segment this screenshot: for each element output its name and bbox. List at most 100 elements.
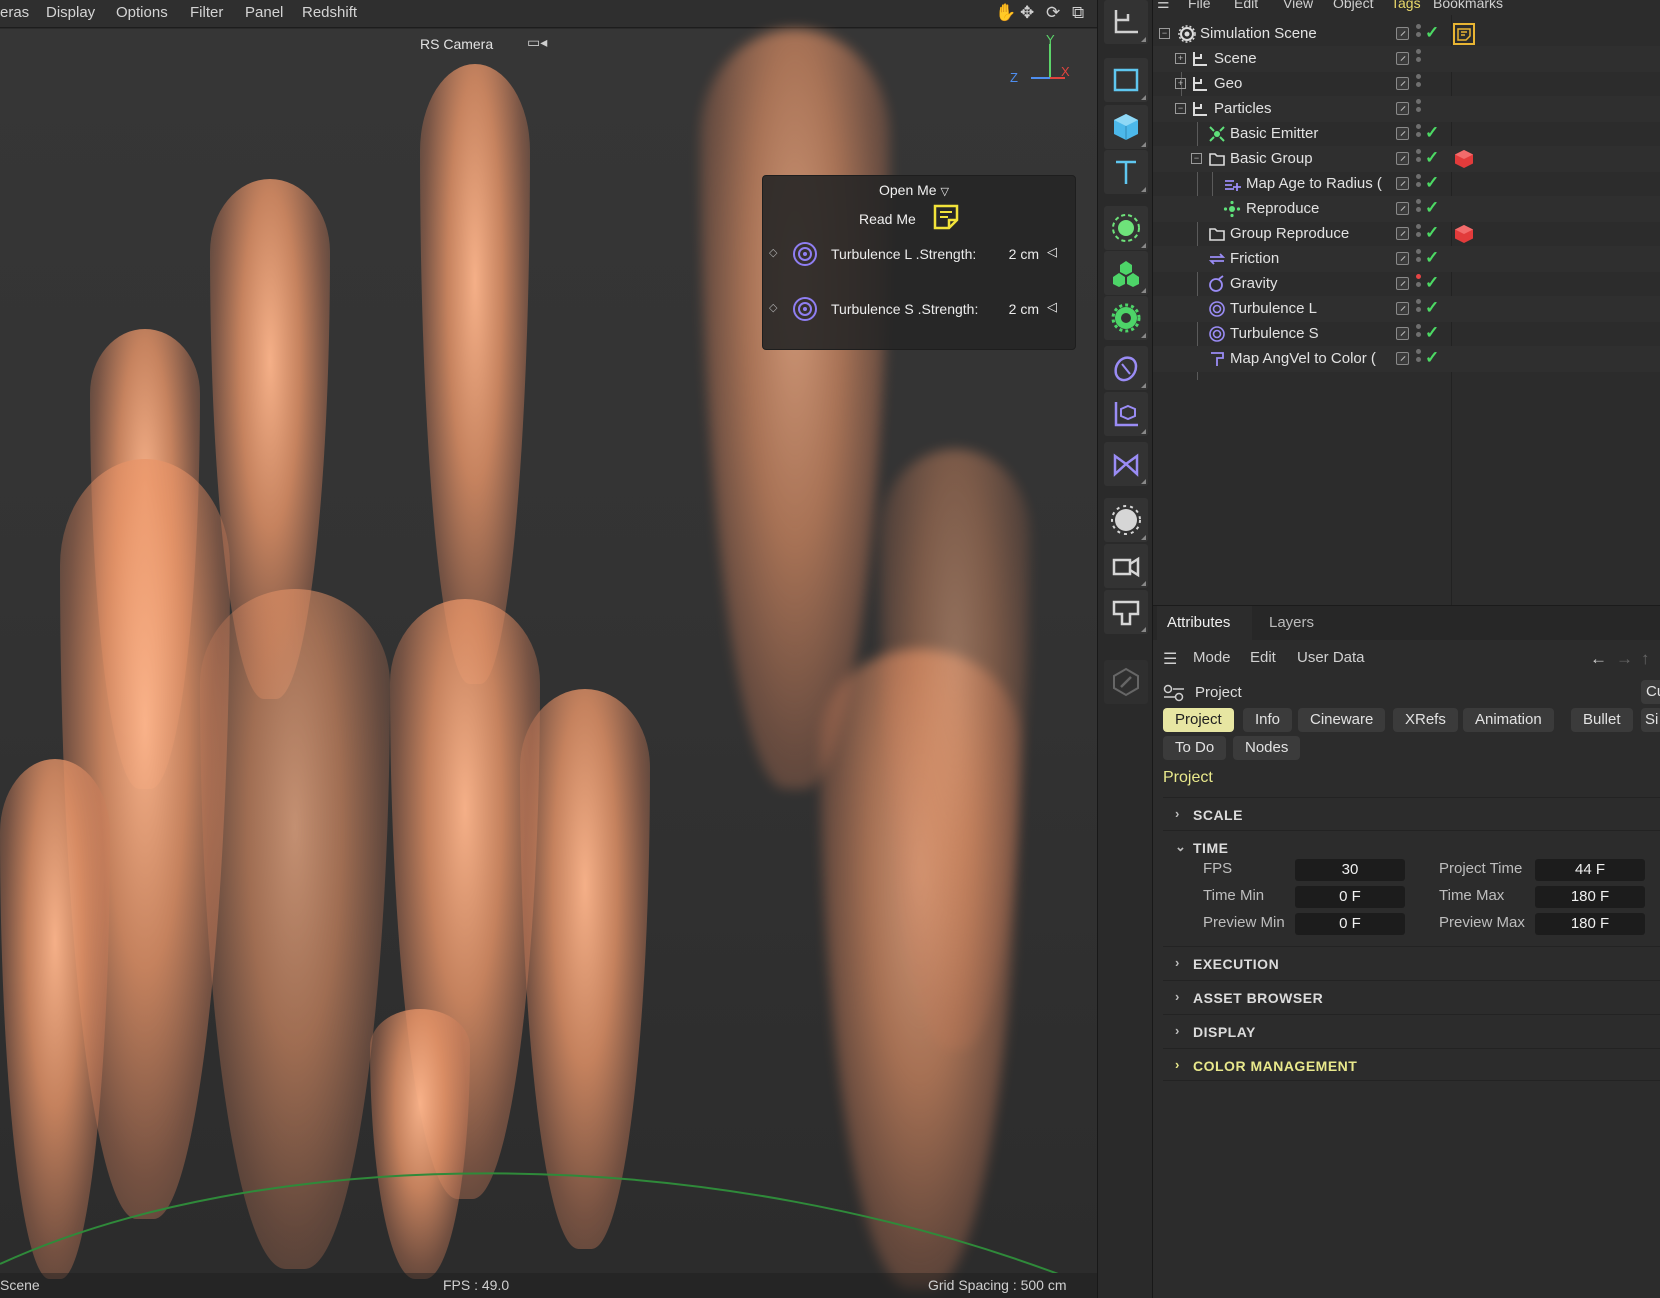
camera-label[interactable]: RS Camera xyxy=(420,36,493,52)
om-menu-object[interactable]: Object xyxy=(1333,0,1373,11)
layer-toggle[interactable] xyxy=(1396,202,1409,215)
enabled-check-icon[interactable]: ✓ xyxy=(1425,123,1439,143)
chip-to-do[interactable]: To Do xyxy=(1163,736,1227,760)
pan-hand-icon[interactable]: ✋ xyxy=(995,3,1016,23)
move-arrows-icon[interactable]: ✥ xyxy=(1020,3,1034,23)
red-cube-tag-icon[interactable] xyxy=(1453,223,1475,245)
arrow-left-icon[interactable]: ← xyxy=(1590,649,1607,669)
layer-toggle[interactable] xyxy=(1396,102,1409,115)
object-row-basic-group[interactable]: − Basic Group ✓ xyxy=(1153,146,1660,172)
collapse-toggle[interactable]: − xyxy=(1175,103,1186,114)
preview-max-field[interactable]: 180 F xyxy=(1535,913,1645,935)
object-row-friction[interactable]: Friction ✓ xyxy=(1153,246,1660,272)
tool-spline[interactable] xyxy=(1104,58,1148,102)
tool-edit-disabled[interactable] xyxy=(1104,660,1148,704)
menu-options[interactable]: Options xyxy=(116,4,168,21)
chip-project[interactable]: Project xyxy=(1163,708,1234,732)
layer-toggle[interactable] xyxy=(1396,302,1409,315)
visibility-dots[interactable] xyxy=(1416,124,1422,144)
visibility-dots[interactable] xyxy=(1416,324,1422,344)
om-menu-edit[interactable]: Edit xyxy=(1234,0,1258,11)
attr-menu-edit[interactable]: Edit xyxy=(1250,649,1276,666)
object-row-group-reproduce[interactable]: Group Reproduce ✓ xyxy=(1153,221,1660,247)
tool-field[interactable] xyxy=(1104,346,1148,390)
camera-icon[interactable]: ▭◂ xyxy=(527,34,547,51)
enabled-check-icon[interactable]: ✓ xyxy=(1425,248,1439,268)
custom-button[interactable]: Cu xyxy=(1641,680,1660,704)
arrow-left-icon[interactable]: ◁ xyxy=(1047,244,1057,260)
menu-filter[interactable]: Filter xyxy=(190,4,223,21)
rotate-icon[interactable]: ⟳ xyxy=(1046,3,1060,23)
section-scale[interactable]: › SCALE xyxy=(1163,797,1660,830)
menu-cameras[interactable]: eras xyxy=(0,4,29,21)
object-row-geo[interactable]: + Geo xyxy=(1153,71,1660,97)
red-cube-tag-icon[interactable] xyxy=(1453,148,1475,170)
visibility-dots[interactable] xyxy=(1416,24,1422,44)
fps-field[interactable]: 30 xyxy=(1295,859,1405,881)
tool-mograph[interactable] xyxy=(1104,442,1148,486)
layer-toggle[interactable] xyxy=(1396,52,1409,65)
arrow-up-icon[interactable]: ↑ xyxy=(1641,649,1650,669)
attr-menu-user-data[interactable]: User Data xyxy=(1297,649,1365,666)
visibility-dots[interactable] xyxy=(1416,174,1422,194)
object-row-reproduce[interactable]: Reproduce ✓ xyxy=(1153,196,1660,222)
om-menu-view[interactable]: View xyxy=(1283,0,1313,11)
tool-null-object[interactable] xyxy=(1104,0,1148,44)
hamburger-icon[interactable]: ☰ xyxy=(1157,0,1170,12)
chip-cineware[interactable]: Cineware xyxy=(1298,708,1386,732)
chip-info[interactable]: Info xyxy=(1243,708,1293,732)
object-row-gravity[interactable]: Gravity ✓ xyxy=(1153,271,1660,297)
tool-deformer[interactable] xyxy=(1104,296,1148,340)
preview-min-field[interactable]: 0 F xyxy=(1295,913,1405,935)
enabled-check-icon[interactable]: ✓ xyxy=(1425,348,1439,368)
layer-toggle[interactable] xyxy=(1396,227,1409,240)
chip-simulation[interactable]: Si xyxy=(1641,708,1660,732)
tool-scene-nodes[interactable] xyxy=(1104,392,1148,436)
expand-toggle[interactable]: + xyxy=(1175,78,1186,89)
layer-toggle[interactable] xyxy=(1396,277,1409,290)
collapse-toggle[interactable]: − xyxy=(1191,153,1202,164)
collapse-toggle[interactable]: − xyxy=(1159,28,1170,39)
section-asset-browser[interactable]: › ASSET BROWSER xyxy=(1163,980,1660,1013)
hamburger-icon[interactable]: ☰ xyxy=(1163,649,1177,669)
section-display[interactable]: › DISPLAY xyxy=(1163,1014,1660,1047)
menu-display[interactable]: Display xyxy=(46,4,95,21)
visibility-dots[interactable] xyxy=(1416,199,1422,219)
enabled-check-icon[interactable]: ✓ xyxy=(1425,23,1439,43)
expand-toggle[interactable]: + xyxy=(1175,53,1186,64)
object-row-map-angvel[interactable]: Map AngVel to Color ( ✓ xyxy=(1153,346,1660,372)
tab-layers[interactable]: Layers xyxy=(1269,614,1314,631)
chip-xrefs[interactable]: XRefs xyxy=(1393,708,1458,732)
object-row-scene[interactable]: + Scene xyxy=(1153,46,1660,72)
visibility-dots[interactable] xyxy=(1416,349,1422,369)
tool-camera[interactable] xyxy=(1104,544,1148,588)
enabled-check-icon[interactable]: ✓ xyxy=(1425,198,1439,218)
note-tag-icon[interactable] xyxy=(1453,23,1475,45)
note-icon[interactable] xyxy=(931,202,961,232)
chip-bullet[interactable]: Bullet xyxy=(1571,708,1633,732)
layer-toggle[interactable] xyxy=(1396,127,1409,140)
open-me-dropdown[interactable]: Open Me ▽ xyxy=(879,182,949,198)
enabled-check-icon[interactable]: ✓ xyxy=(1425,323,1439,343)
arrow-left-icon[interactable]: ◁ xyxy=(1047,299,1057,315)
keyframe-diamond-icon[interactable]: ◇ xyxy=(769,246,777,259)
tool-text[interactable] xyxy=(1104,150,1148,194)
turbulence-l-row[interactable]: ◇ Turbulence L .Strength: 2 cm ◁ xyxy=(769,240,1069,270)
time-min-field[interactable]: 0 F xyxy=(1295,886,1405,908)
tab-attributes[interactable]: Attributes xyxy=(1167,614,1230,631)
attr-menu-mode[interactable]: Mode xyxy=(1193,649,1231,666)
om-menu-bookmarks[interactable]: Bookmarks xyxy=(1433,0,1503,11)
section-color-management[interactable]: › COLOR MANAGEMENT xyxy=(1163,1048,1660,1081)
tool-environment[interactable] xyxy=(1104,498,1148,542)
object-row-map-age[interactable]: Map Age to Radius ( ✓ xyxy=(1153,171,1660,197)
tool-cloner[interactable] xyxy=(1104,251,1148,295)
om-menu-tags[interactable]: Tags xyxy=(1391,0,1421,11)
enabled-check-icon[interactable]: ✓ xyxy=(1425,273,1439,293)
enabled-check-icon[interactable]: ✓ xyxy=(1425,223,1439,243)
layer-toggle[interactable] xyxy=(1396,27,1409,40)
chip-animation[interactable]: Animation xyxy=(1463,708,1554,732)
om-menu-file[interactable]: File xyxy=(1188,0,1211,11)
visibility-dots[interactable] xyxy=(1416,249,1422,269)
maximize-view-icon[interactable]: ⧉ xyxy=(1072,3,1084,23)
turbulence-l-value[interactable]: 2 cm xyxy=(1009,246,1039,262)
